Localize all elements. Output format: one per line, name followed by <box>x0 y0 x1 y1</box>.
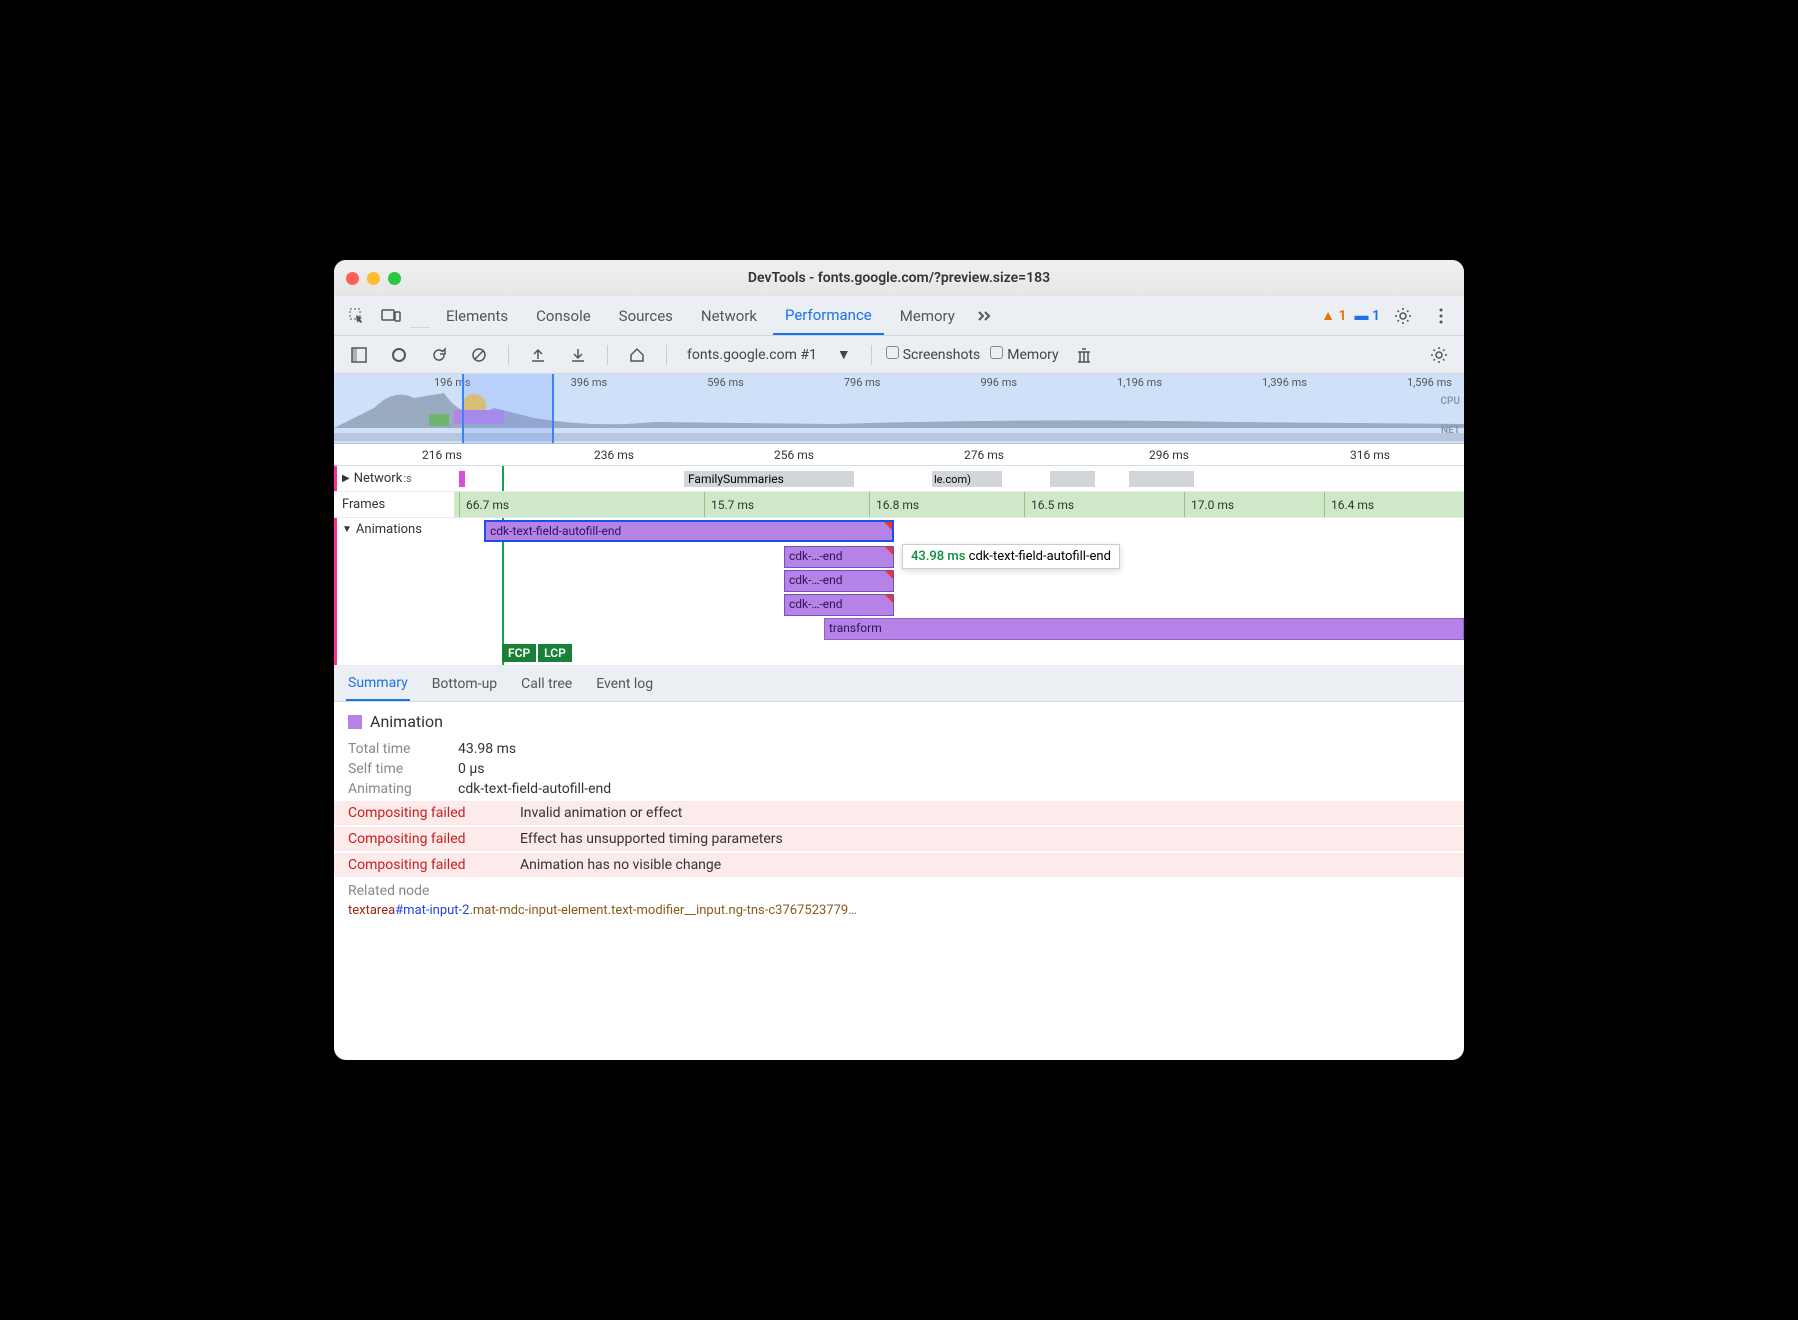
animation-bar[interactable]: cdk-text-field-autofill-end <box>484 520 894 542</box>
paint-markers: FCP LCP <box>502 644 572 662</box>
self-time-value: 0 µs <box>458 761 485 777</box>
titlebar: DevTools - fonts.google.com/?preview.siz… <box>334 260 1464 296</box>
minimize-icon[interactable] <box>367 272 380 285</box>
lcp-marker[interactable]: LCP <box>538 644 572 662</box>
reload-icon[interactable] <box>424 340 454 370</box>
inspect-icon[interactable] <box>342 301 372 331</box>
net-request-2[interactable]: le.com) <box>932 471 1002 487</box>
separator <box>410 304 430 328</box>
separator <box>666 345 667 365</box>
tab-bottomup[interactable]: Bottom-up <box>430 668 499 700</box>
tab-eventlog[interactable]: Event log <box>594 668 655 700</box>
animation-bar-transform[interactable]: transform <box>824 618 1464 640</box>
overview-selection[interactable] <box>462 374 554 443</box>
cpu-label: CPU <box>1440 396 1460 407</box>
screenshots-checkbox[interactable]: Screenshots <box>886 346 981 363</box>
download-icon[interactable] <box>563 340 593 370</box>
compositing-error: Compositing failedAnimation has no visib… <box>334 853 1464 877</box>
separator <box>607 345 608 365</box>
net-request[interactable]: FamilySummaries <box>684 471 854 487</box>
network-track[interactable]: ▶Network:s FamilySummaries le.com) <box>334 466 1464 492</box>
window-title: DevTools - fonts.google.com/?preview.siz… <box>748 270 1050 286</box>
maximize-icon[interactable] <box>388 272 401 285</box>
recording-select[interactable]: fonts.google.com #1▼ <box>681 344 857 365</box>
toggle-sidebar-icon[interactable] <box>344 340 374 370</box>
animation-bar[interactable]: cdk-…-end <box>784 594 894 616</box>
net-request-4[interactable] <box>1129 471 1194 487</box>
separator <box>871 345 872 365</box>
net-request-3[interactable] <box>1050 471 1095 487</box>
tab-console[interactable]: Console <box>524 296 603 335</box>
compositing-error: Compositing failedEffect has unsupported… <box>334 827 1464 851</box>
frames-track[interactable]: Frames 66.7 ms 15.7 ms 16.8 ms 16.5 ms 1… <box>334 492 1464 518</box>
tab-elements[interactable]: Elements <box>434 296 520 335</box>
summary-heading: Animation <box>370 712 443 731</box>
kebab-icon[interactable] <box>1426 301 1456 331</box>
tab-summary[interactable]: Summary <box>346 667 410 701</box>
warnings-badge[interactable]: ▲ 1 <box>1321 307 1346 324</box>
perf-toolbar: fonts.google.com #1▼ Screenshots Memory <box>334 336 1464 374</box>
overview-timeline[interactable]: 196 ms396 ms596 ms796 ms996 ms1,196 ms1,… <box>334 374 1464 444</box>
tab-calltree[interactable]: Call tree <box>519 668 574 700</box>
animations-track[interactable]: ▼Animations cdk-text-field-autofill-end … <box>334 518 1464 666</box>
summary-tabs: Summary Bottom-up Call tree Event log <box>334 666 1464 702</box>
summary-panel: Animation Total time43.98 ms Self time0 … <box>334 702 1464 928</box>
close-icon[interactable] <box>346 272 359 285</box>
total-time-value: 43.98 ms <box>458 741 516 757</box>
garbage-icon[interactable] <box>1069 340 1099 370</box>
devtools-tabs: Elements Console Sources Network Perform… <box>334 296 1464 336</box>
fcp-marker[interactable]: FCP <box>502 644 536 662</box>
related-node-link[interactable]: textarea#mat-input-2.mat-mdc-input-eleme… <box>348 903 1450 918</box>
device-icon[interactable] <box>376 301 406 331</box>
clear-icon[interactable] <box>464 340 494 370</box>
net-label: NET <box>1440 425 1460 436</box>
animating-value: cdk-text-field-autofill-end <box>458 781 611 797</box>
animation-swatch <box>348 715 362 729</box>
net-request-marker <box>459 471 465 487</box>
messages-badge[interactable]: ▬ 1 <box>1355 307 1380 324</box>
home-icon[interactable] <box>622 340 652 370</box>
tab-memory[interactable]: Memory <box>888 296 967 335</box>
settings-gear-icon[interactable] <box>1424 340 1454 370</box>
tab-network[interactable]: Network <box>689 296 769 335</box>
separator <box>508 345 509 365</box>
upload-icon[interactable] <box>523 340 553 370</box>
traffic-lights <box>346 272 401 285</box>
tab-sources[interactable]: Sources <box>607 296 685 335</box>
tooltip: 43.98 ms cdk-text-field-autofill-end <box>902 544 1120 569</box>
detail-ruler[interactable]: 216 ms 236 ms 256 ms 276 ms 296 ms 316 m… <box>334 444 1464 466</box>
animation-bar[interactable]: cdk-…-end <box>784 570 894 592</box>
animation-bar[interactable]: cdk-…-end <box>784 546 894 568</box>
gear-icon[interactable] <box>1388 301 1418 331</box>
record-icon[interactable] <box>384 340 414 370</box>
tab-performance[interactable]: Performance <box>773 296 884 335</box>
compositing-error: Compositing failedInvalid animation or e… <box>334 801 1464 825</box>
memory-checkbox[interactable]: Memory <box>990 346 1058 363</box>
more-tabs-icon[interactable] <box>971 301 1001 331</box>
